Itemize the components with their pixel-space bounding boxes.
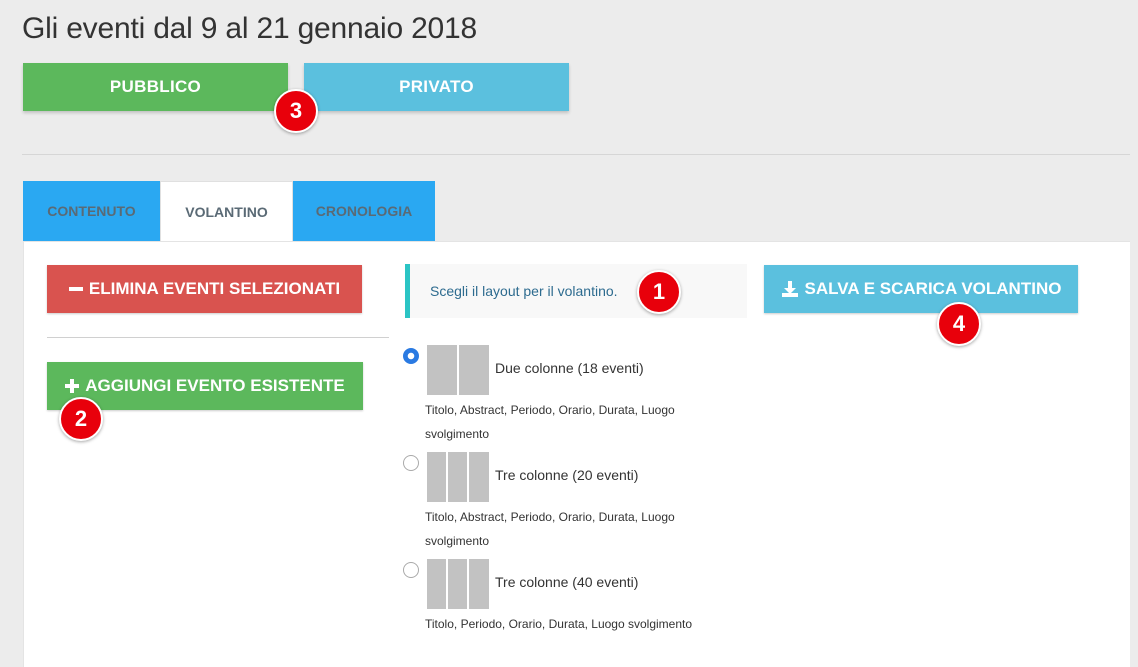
callout-marker-2: 2 (59, 397, 103, 441)
save-download-flyer-button[interactable]: SALVA E SCARICA VOLANTINO (764, 265, 1078, 313)
layout-prompt-text: Scegli il layout per il volantino. (430, 283, 618, 299)
layout-radio-two-columns[interactable] (403, 348, 419, 364)
delete-button-label: ELIMINA EVENTI SELEZIONATI (88, 279, 341, 298)
header-divider (22, 154, 1130, 155)
tab-volantino[interactable]: VOLANTINO (160, 181, 293, 241)
delete-selected-events-button[interactable]: ELIMINA EVENTI SELEZIONATI (47, 265, 362, 313)
save-button-label: SALVA E SCARICA VOLANTINO (804, 279, 1062, 298)
actions-divider (47, 337, 389, 338)
layout-prompt: Scegli il layout per il volantino. (405, 264, 747, 318)
callout-marker-3: 3 (274, 89, 318, 133)
layout-option-label: Tre colonne (40 eventi) (495, 574, 639, 590)
tab-contenuto[interactable]: CONTENUTO (23, 181, 160, 241)
layout-option-desc: Titolo, Abstract, Periodo, Orario, Durat… (425, 403, 675, 441)
layout-option-label: Due colonne (18 eventi) (495, 360, 644, 376)
layout-radio-three-columns-40[interactable] (403, 562, 419, 578)
callout-marker-1: 1 (637, 270, 681, 314)
download-icon (781, 281, 798, 297)
minus-icon (68, 287, 83, 291)
layout-option-three-columns-20[interactable]: Tre colonne (20 eventi) Titolo, Abstract… (403, 452, 733, 552)
pubblico-button[interactable]: PUBBLICO (23, 63, 288, 111)
add-button-label: AGGIUNGI EVENTO ESISTENTE (85, 376, 345, 395)
layout-option-desc: Titolo, Periodo, Orario, Durata, Luogo s… (425, 617, 693, 631)
two-columns-thumbnail (427, 345, 489, 395)
layout-option-label: Tre colonne (20 eventi) (495, 467, 639, 483)
three-columns-thumbnail (427, 452, 489, 502)
three-columns-thumbnail (427, 559, 489, 609)
plus-icon (65, 379, 80, 393)
tab-cronologia[interactable]: CRONOLOGIA (293, 181, 435, 241)
layout-radio-three-columns-20[interactable] (403, 455, 419, 471)
layout-option-desc: Titolo, Abstract, Periodo, Orario, Durat… (425, 510, 675, 548)
layout-option-three-columns-40[interactable]: Tre colonne (40 eventi) Titolo, Periodo,… (403, 559, 733, 639)
layout-option-two-columns[interactable]: Due colonne (18 eventi) Titolo, Abstract… (403, 345, 733, 445)
page-title: Gli eventi dal 9 al 21 gennaio 2018 (22, 12, 478, 45)
callout-marker-4: 4 (937, 302, 981, 346)
privato-button[interactable]: PRIVATO (304, 63, 569, 111)
